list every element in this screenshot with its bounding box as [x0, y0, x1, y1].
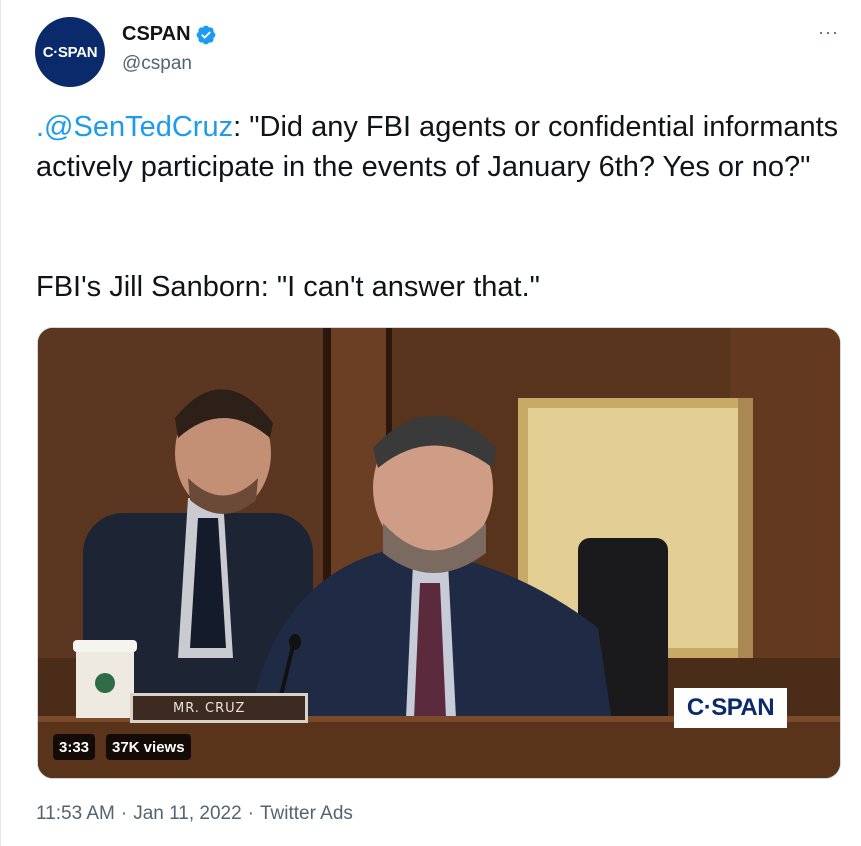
more-options-icon[interactable]: ···: [818, 22, 839, 42]
mention-link[interactable]: .@SenTedCruz: [36, 111, 233, 143]
display-name[interactable]: CSPAN: [122, 23, 191, 46]
column-border: [0, 0, 1, 846]
tweet-date[interactable]: Jan 11, 2022: [133, 803, 241, 825]
separator: ·: [247, 803, 254, 824]
tweet-text-paragraph-2: FBI's Jill Sanborn: "I can't answer that…: [36, 271, 540, 303]
avatar[interactable]: C·SPAN: [35, 17, 105, 87]
user-handle[interactable]: @cspan: [122, 53, 192, 75]
separator: ·: [120, 803, 128, 824]
avatar-text: C·SPAN: [42, 43, 98, 61]
video-views-badge: 37K views: [106, 734, 191, 760]
tweet-time[interactable]: 11:53 AM: [36, 803, 115, 825]
tweet-text: .@SenTedCruz: "Did any FBI agents or con…: [36, 108, 846, 187]
video-duration-badge: 3:33: [53, 734, 96, 760]
video-player[interactable]: MR. CRUZ C·SPAN: [37, 327, 841, 779]
verified-badge-icon: [196, 25, 215, 44]
author-name-row[interactable]: CSPAN: [122, 23, 217, 46]
cspan-watermark: C·SPAN: [674, 688, 787, 728]
nameplate-text: MR. CRUZ: [173, 701, 246, 716]
tweet-source[interactable]: Twitter Ads: [260, 803, 353, 825]
tweet-metadata: 11:53 AM · Jan 11, 2022 · Twitter Ads: [36, 803, 353, 825]
tweet-page: C·SPAN CSPAN @cspan ··· .@SenTedCruz: "D…: [0, 0, 861, 846]
